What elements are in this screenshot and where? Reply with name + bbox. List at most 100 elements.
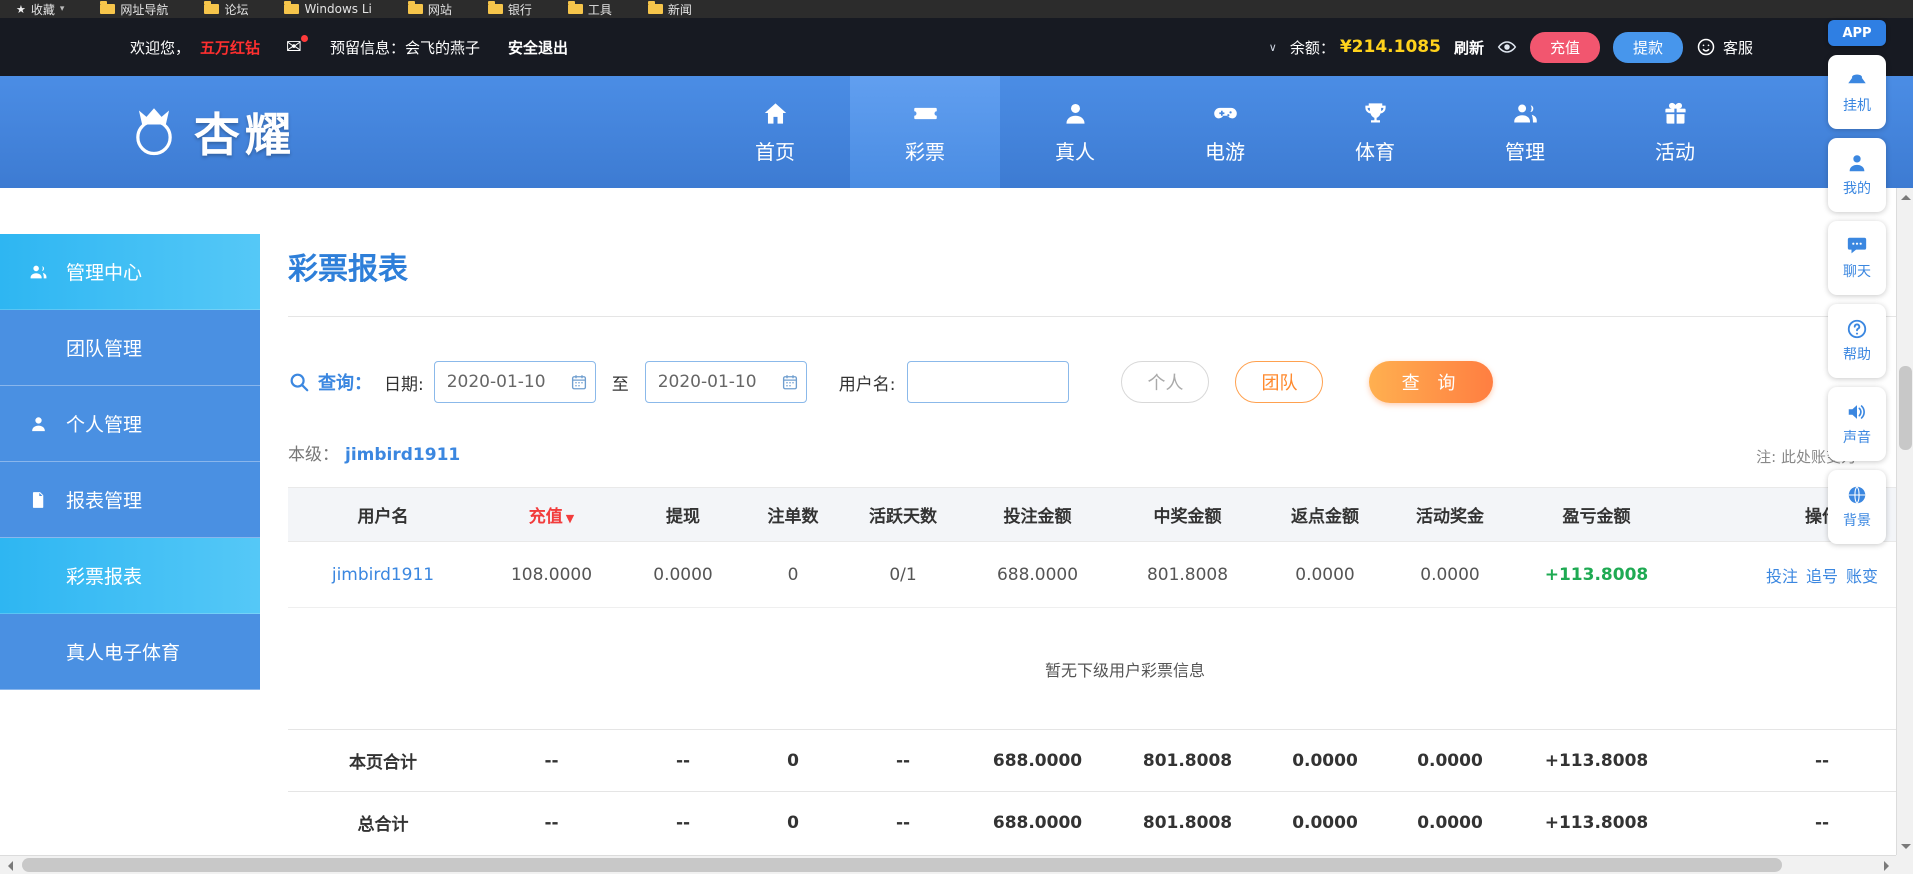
sidebar-item-lottery-report[interactable]: 彩票报表 [0,538,260,614]
total-profit-cell: +113.8008 [1511,791,1682,854]
lottery-report-table: 用户名 充值 ▼ 提现 注单数 活跃天数 投注金额 中奖金额 返点金额 活动奖金 … [288,487,1896,854]
smiley-icon [1697,38,1715,56]
panel-item-label: 背景 [1843,513,1871,529]
panel-item-hangup[interactable]: 挂机 [1828,55,1886,129]
table-header-row: 用户名 充值 ▼ 提现 注单数 活跃天数 投注金额 中奖金额 返点金额 活动奖金 … [288,487,1896,542]
row-rebate: 0.0000 [1261,541,1389,608]
col-withdraw: 提现 [625,487,741,542]
users-icon [1512,100,1539,127]
level-label: 本级： [288,445,339,465]
panel-item-label: 挂机 [1843,98,1871,114]
bookmark-folder[interactable]: 网址导航 [100,1,168,18]
calendar-icon[interactable] [781,373,799,391]
gift-icon [1662,100,1689,127]
nav-item-lottery[interactable]: 彩票 [850,76,1000,188]
sidebar-item-report-manage[interactable]: 报表管理 [0,462,260,538]
folder-icon [204,1,220,14]
home-icon [762,100,789,127]
team-filter-button[interactable]: 团队 [1235,361,1324,403]
bookmark-favorites[interactable]: ★ 收藏 ▾ [16,1,64,18]
recharge-button[interactable]: 充值 [1529,31,1600,63]
person-icon [1062,100,1089,127]
logout-link[interactable]: 安全退出 [508,37,568,58]
level-username-link[interactable]: jimbird1911 [345,445,460,465]
bookmark-label: 网址导航 [120,2,169,17]
col-bet-amount: 投注金额 [961,487,1114,542]
panel-item-chat[interactable]: 聊天 [1828,221,1886,295]
app-button[interactable]: APP [1828,20,1886,46]
action-transactions-link[interactable]: 账变 [1846,567,1878,586]
chat-icon [1847,237,1867,254]
query-label: 查询： [318,373,372,394]
bookmark-label: 论坛 [224,2,249,17]
total-cell: 688.0000 [961,791,1114,854]
sidebar-item-label: 真人电子体育 [66,642,181,664]
chevron-down-icon[interactable]: ∨ [1269,41,1277,54]
eye-icon[interactable] [1497,37,1517,57]
total-cell: -- [845,791,961,854]
search-toolbar: 查询： 日期: 至 用户名: 个人 团队 查 询 [288,361,1896,403]
bookmark-folder[interactable]: 网站 [407,1,452,18]
row-username-link[interactable]: jimbird1911 [332,565,434,585]
bookmark-folder[interactable]: 工具 [567,1,612,18]
calendar-icon[interactable] [570,373,588,391]
bookmark-folder[interactable]: 新闻 [647,1,692,18]
total-cell: -- [478,729,625,792]
action-chase-link[interactable]: 追号 [1806,567,1838,586]
sort-desc-icon[interactable]: ▼ [566,512,574,525]
bookmark-folder[interactable]: 银行 [487,1,532,18]
total-cell: -- [1682,729,1896,792]
folder-icon [407,1,423,14]
scroll-down-arrow-icon[interactable] [1897,837,1913,855]
panel-item-help[interactable]: 帮助 [1828,304,1886,378]
personal-filter-button[interactable]: 个人 [1121,361,1210,403]
query-button[interactable]: 查 询 [1369,361,1494,403]
bookmark-folder[interactable]: 论坛 [204,1,248,18]
withdraw-button[interactable]: 提款 [1612,31,1683,63]
nav-item-activity[interactable]: 活动 [1600,76,1750,188]
vertical-scrollbar-thumb[interactable] [1899,366,1912,450]
total-cell: 688.0000 [961,729,1114,792]
panel-item-sound[interactable]: 声音 [1828,387,1886,461]
scroll-right-arrow-icon[interactable] [1876,856,1896,874]
col-recharge[interactable]: 充值 ▼ [478,487,625,542]
action-bet-link[interactable]: 投注 [1766,567,1798,586]
row-withdraw: 0.0000 [625,541,741,608]
scroll-up-arrow-icon[interactable] [1897,188,1913,206]
sidebar-item-label: 彩票报表 [66,566,143,588]
bookmark-label: 网站 [427,2,452,17]
bookmark-folder[interactable]: Windows Li [284,1,372,16]
nav-item-live[interactable]: 真人 [1000,76,1150,188]
sidebar-item-personal-manage[interactable]: 个人管理 [0,386,260,462]
account-topbar: 欢迎您， 五万红钻 ✉ 预留信息：会飞的燕子 安全退出 ∨ 余额： ¥214.1… [0,18,1913,76]
username-input[interactable] [907,361,1070,403]
bookmark-label: Windows Li [304,2,372,16]
sidebar-item-team-manage[interactable]: 团队管理 [0,310,260,386]
total-cell: -- [845,729,961,792]
panel-item-mine[interactable]: 我的 [1828,138,1886,212]
horizontal-scrollbar-thumb[interactable] [22,858,1782,872]
panel-item-label: 声音 [1843,430,1871,446]
refresh-balance-link[interactable]: 刷新 [1454,37,1484,58]
total-cell: -- [1682,791,1896,854]
customer-service-button[interactable]: 客服 [1696,37,1753,58]
account-username[interactable]: 五万红钻 [200,37,260,58]
total-cell: 0 [741,729,845,792]
scroll-left-arrow-icon[interactable] [0,856,20,874]
bookmark-label: 银行 [507,2,532,17]
service-label: 客服 [1722,38,1753,57]
sidebar-item-manage-center[interactable]: 管理中心 [0,234,260,310]
horizontal-scrollbar[interactable] [0,855,1913,874]
total-profit-cell: +113.8008 [1511,729,1682,792]
panel-item-background[interactable]: 背景 [1828,470,1886,544]
nav-item-home[interactable]: 首页 [700,76,850,188]
mail-icon[interactable]: ✉ [286,34,308,57]
brand-logo[interactable]: 杏耀 [126,76,296,188]
nav-item-sports[interactable]: 体育 [1300,76,1450,188]
row-win: 801.8008 [1114,541,1261,608]
vertical-scrollbar[interactable] [1896,188,1913,855]
nav-item-egames[interactable]: 电游 [1150,76,1300,188]
sidebar-item-live-esports[interactable]: 真人电子体育 [0,614,260,690]
nav-item-manage[interactable]: 管理 [1450,76,1600,188]
content-area: 管理中心 团队管理 个人管理 报表管理 彩票报表 真人电子体育 彩票报表 查询：… [0,188,1896,855]
